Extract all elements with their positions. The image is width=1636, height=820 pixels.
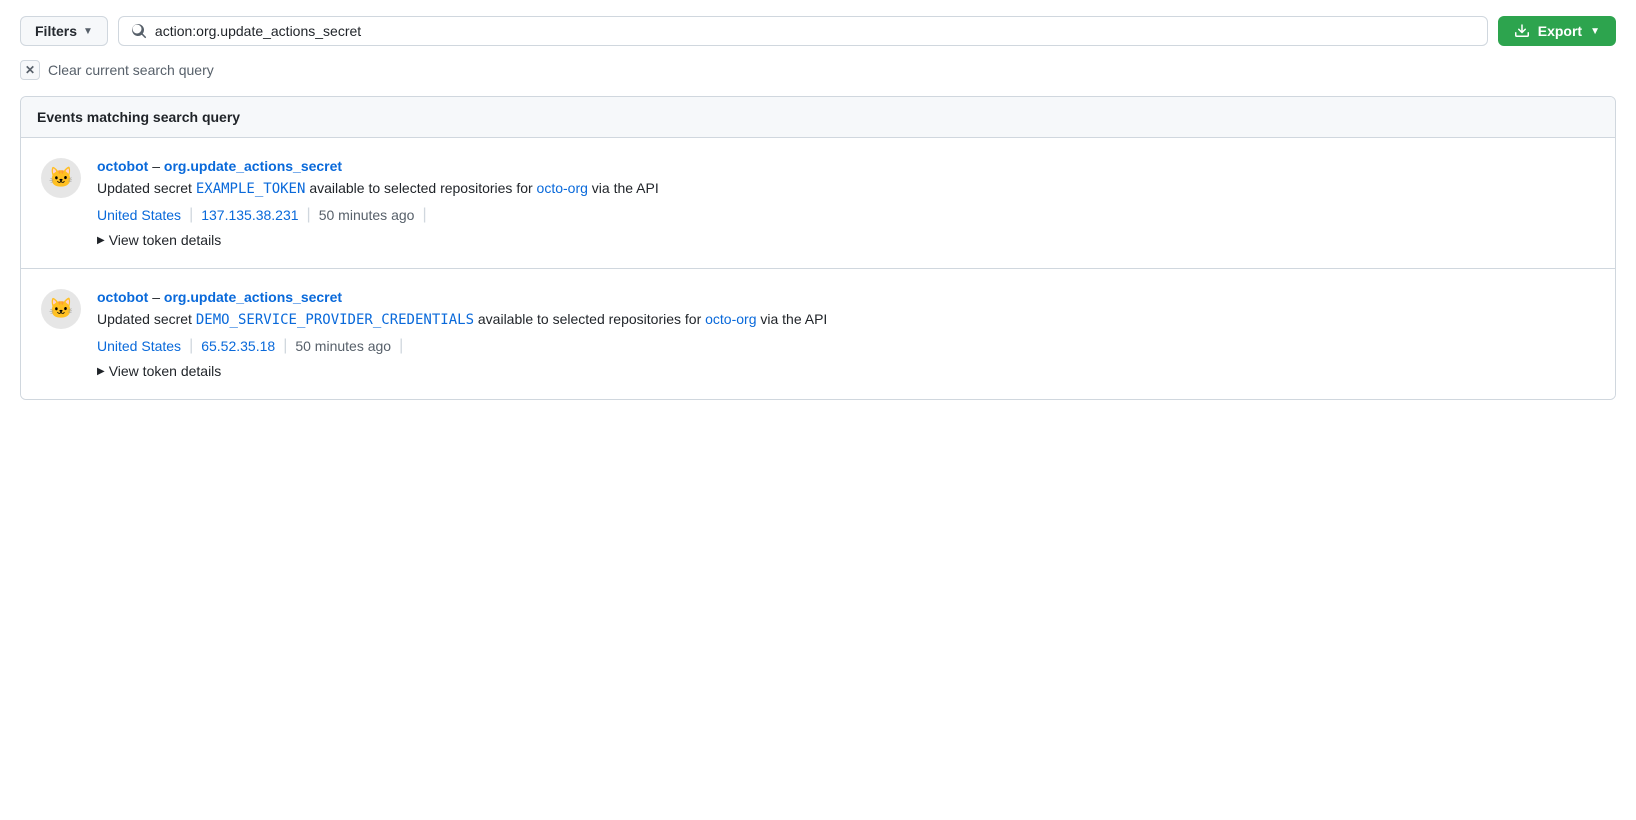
action-link[interactable]: org.update_actions_secret — [164, 289, 342, 305]
svg-text:🐱: 🐱 — [49, 166, 74, 189]
avatar: 🐱 — [41, 158, 81, 198]
triangle-right-icon: ▶ — [97, 235, 105, 246]
download-icon — [1514, 23, 1530, 39]
export-chevron-icon: ▼ — [1590, 26, 1600, 37]
secret-name: EXAMPLE_TOKEN — [196, 181, 306, 197]
divider: | — [283, 337, 287, 355]
ip-link[interactable]: 137.135.38.231 — [201, 207, 298, 223]
event-meta: United States | 137.135.38.231 | 50 minu… — [97, 206, 1595, 224]
avatar-octocat-icon: 🐱 — [43, 291, 79, 327]
search-icon — [131, 23, 147, 39]
timestamp: 50 minutes ago — [295, 338, 391, 354]
avatar: 🐱 — [41, 289, 81, 329]
event-content: octobot – org.update_actions_secret Upda… — [97, 289, 1595, 379]
search-box — [118, 16, 1488, 46]
divider: | — [189, 206, 193, 224]
clear-icon: ✕ — [20, 60, 40, 80]
search-input[interactable] — [155, 23, 1475, 39]
org-link[interactable]: octo-org — [537, 180, 588, 196]
timestamp: 50 minutes ago — [319, 207, 415, 223]
divider: | — [307, 206, 311, 224]
events-header-title: Events matching search query — [37, 109, 240, 125]
user-link[interactable]: octobot — [97, 289, 148, 305]
user-link[interactable]: octobot — [97, 158, 148, 174]
avatar-octocat-icon: 🐱 — [43, 160, 79, 196]
filters-label: Filters — [35, 23, 77, 39]
events-container: Events matching search query 🐱 octobot –… — [20, 96, 1616, 400]
divider: | — [422, 206, 426, 224]
export-button[interactable]: Export ▼ — [1498, 16, 1616, 46]
svg-text:🐱: 🐱 — [49, 297, 74, 320]
view-token-toggle[interactable]: ▶ View token details — [97, 363, 1595, 379]
table-row: 🐱 octobot – org.update_actions_secret Up… — [21, 269, 1615, 399]
triangle-right-icon: ▶ — [97, 366, 105, 377]
event-content: octobot – org.update_actions_secret Upda… — [97, 158, 1595, 248]
event-description: Updated secret EXAMPLE_TOKEN available t… — [97, 178, 1595, 200]
divider: | — [399, 337, 403, 355]
event-description: Updated secret DEMO_SERVICE_PROVIDER_CRE… — [97, 309, 1595, 331]
clear-query-row[interactable]: ✕ Clear current search query — [20, 60, 1616, 80]
event-title: octobot – org.update_actions_secret — [97, 289, 1595, 305]
top-bar: Filters ▼ Export ▼ — [20, 16, 1616, 46]
event-title: octobot – org.update_actions_secret — [97, 158, 1595, 174]
table-row: 🐱 octobot – org.update_actions_secret Up… — [21, 138, 1615, 269]
action-link[interactable]: org.update_actions_secret — [164, 158, 342, 174]
chevron-down-icon: ▼ — [83, 26, 93, 37]
view-token-toggle[interactable]: ▶ View token details — [97, 232, 1595, 248]
filters-button[interactable]: Filters ▼ — [20, 16, 108, 46]
ip-link[interactable]: 65.52.35.18 — [201, 338, 275, 354]
divider: | — [189, 337, 193, 355]
events-header: Events matching search query — [21, 97, 1615, 138]
secret-name: DEMO_SERVICE_PROVIDER_CREDENTIALS — [196, 312, 474, 328]
clear-query-label: Clear current search query — [48, 62, 214, 78]
location-link[interactable]: United States — [97, 338, 181, 354]
export-label: Export — [1538, 23, 1582, 39]
location-link[interactable]: United States — [97, 207, 181, 223]
event-meta: United States | 65.52.35.18 | 50 minutes… — [97, 337, 1595, 355]
org-link[interactable]: octo-org — [705, 311, 756, 327]
